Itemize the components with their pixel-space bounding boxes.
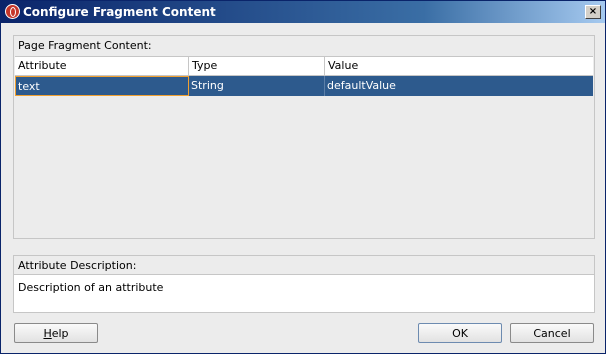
page-fragment-content-label: Page Fragment Content: xyxy=(18,39,152,52)
close-icon[interactable]: × xyxy=(585,5,601,19)
help-mnemonic: H xyxy=(43,327,52,340)
attribute-description-group: Attribute Description: Description of an… xyxy=(13,255,595,313)
attribute-description-label: Attribute Description: xyxy=(18,259,137,272)
cell-type[interactable]: String xyxy=(189,76,325,96)
title-bar[interactable]: Configure Fragment Content × xyxy=(1,1,605,23)
cell-attribute[interactable]: text xyxy=(15,76,189,96)
help-button[interactable]: Help xyxy=(14,323,98,343)
cancel-button[interactable]: Cancel xyxy=(510,323,594,343)
column-header-type[interactable]: Type xyxy=(189,57,325,75)
column-header-attribute[interactable]: Attribute xyxy=(15,57,189,75)
table-row[interactable]: text String defaultValue xyxy=(15,76,593,96)
column-header-value[interactable]: Value xyxy=(325,57,593,75)
page-fragment-content-group: Page Fragment Content: Attribute Type Va… xyxy=(13,35,595,239)
dialog-window: Configure Fragment Content × Page Fragme… xyxy=(0,0,606,354)
oracle-icon xyxy=(5,4,20,19)
cell-value[interactable]: defaultValue xyxy=(325,76,593,96)
help-label: elp xyxy=(51,327,69,340)
attribute-description-header: Attribute Description: xyxy=(14,256,594,275)
attribute-description-text: Description of an attribute xyxy=(18,281,164,294)
window-title: Configure Fragment Content xyxy=(23,5,216,19)
attributes-table[interactable]: Attribute Type Value text String default… xyxy=(15,56,593,237)
ok-button[interactable]: OK xyxy=(418,323,502,343)
table-header: Attribute Type Value xyxy=(15,57,593,76)
